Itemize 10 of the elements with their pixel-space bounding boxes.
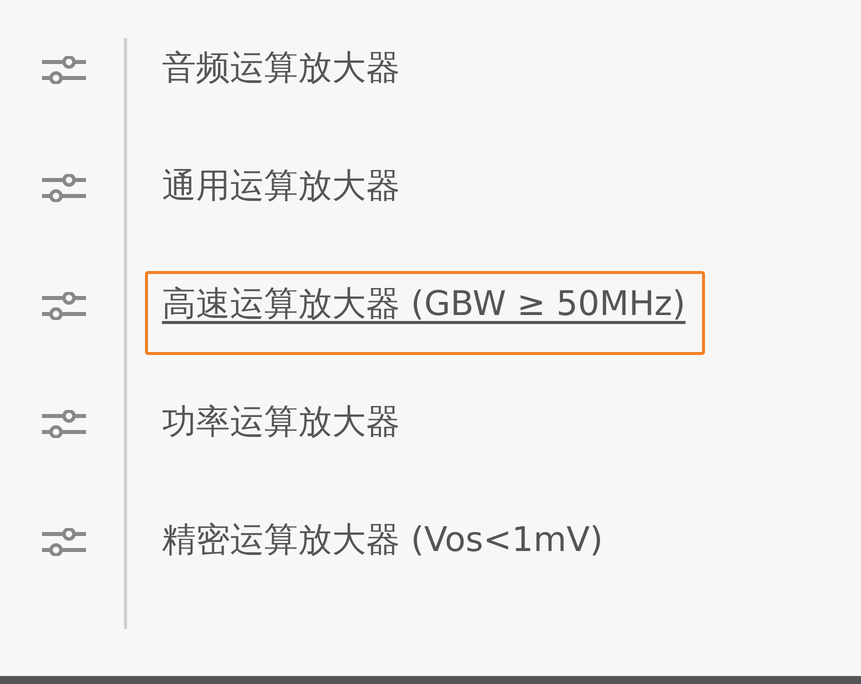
sliders-icon [42,410,86,438]
menu-item[interactable]: 功率运算放大器 [145,388,419,474]
sliders-icon [42,292,86,320]
menu-item[interactable]: 高速运算放大器 (GBW ≥ 50MHz) [145,270,705,356]
sliders-icon [42,528,86,556]
menu-item[interactable]: 通用运算放大器 [145,152,419,238]
menu-item[interactable]: 音频运算放大器 [145,34,419,120]
sliders-icon [42,56,86,84]
sliders-icon [42,174,86,202]
menu-item[interactable]: 精密运算放大器 (Vos<1mV) [145,506,622,592]
